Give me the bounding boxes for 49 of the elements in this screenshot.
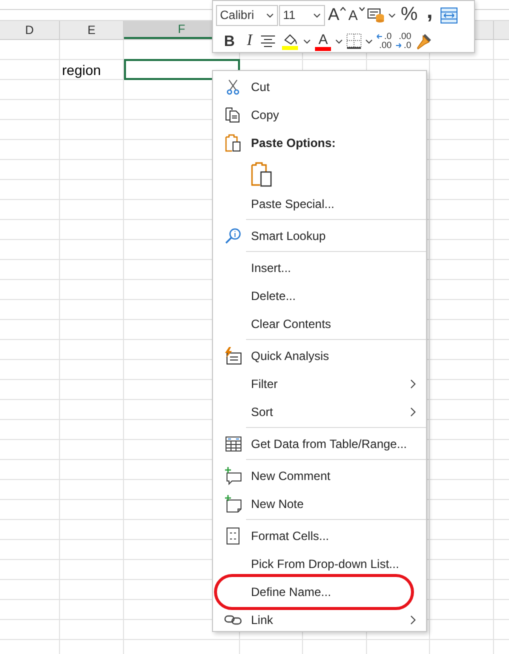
menu-item[interactable]: New Comment <box>213 462 426 490</box>
menu-item[interactable]: Insert... <box>213 254 426 282</box>
clipboard-icon <box>225 134 241 152</box>
menu-item[interactable]: Filter <box>213 370 426 398</box>
decrease-font-button[interactable]: A <box>346 4 365 26</box>
new-comment-icon <box>224 467 242 485</box>
column-header[interactable]: D <box>0 21 60 39</box>
menu-item[interactable]: Sort <box>213 398 426 426</box>
search-icon <box>224 227 242 245</box>
caret-icon <box>335 38 344 44</box>
link-icon <box>224 614 242 626</box>
caret-icon <box>313 12 321 18</box>
caret-icon <box>266 12 274 18</box>
font-color-button[interactable]: A <box>312 30 334 52</box>
menu-item[interactable]: Copy <box>213 101 426 129</box>
increase-decimal-button[interactable]: .0 .00 <box>374 30 394 52</box>
copy-icon <box>225 107 241 123</box>
new-note-icon <box>224 495 242 513</box>
caret-icon <box>303 38 312 44</box>
percent-button[interactable]: % <box>396 4 422 26</box>
menu-item[interactable]: Define Name... <box>214 574 414 610</box>
menu-item[interactable]: Get Data from Table/Range... <box>213 430 426 458</box>
menu-header: Paste Options: <box>213 129 426 157</box>
caret-icon <box>365 38 374 44</box>
menu-item[interactable]: Delete... <box>213 282 426 310</box>
increase-font-button[interactable]: A <box>326 4 346 26</box>
menu-item[interactable]: Paste Special... <box>213 190 426 218</box>
caret-icon <box>358 7 365 11</box>
comma-style-button[interactable]: , <box>422 4 438 26</box>
paste-icon[interactable] <box>251 160 273 186</box>
menu-item[interactable]: New Note <box>213 490 426 518</box>
cell-text: region <box>61 62 101 78</box>
table-icon <box>224 436 242 452</box>
format-cells-icon <box>226 527 240 545</box>
menu-item[interactable]: Format Cells... <box>213 522 426 550</box>
menu-item[interactable]: Quick Analysis <box>213 342 426 370</box>
scissors-icon <box>226 79 240 95</box>
font-size-dropdown[interactable]: 11 <box>279 4 325 26</box>
italic-button[interactable]: I <box>240 30 258 52</box>
caret-icon <box>340 7 346 11</box>
menu-item[interactable]: Cut <box>213 73 426 101</box>
arrow-icon <box>376 34 384 39</box>
menu-item[interactable]: Smart Lookup <box>213 222 426 250</box>
decrease-decimal-button[interactable]: .00 .0 <box>394 30 414 52</box>
caret-icon <box>388 12 396 18</box>
font-dropdown[interactable]: Calibri <box>216 4 278 26</box>
menu-item[interactable]: Clear Contents <box>213 310 426 338</box>
quick-analysis-icon <box>224 347 242 365</box>
arrow-icon <box>396 43 403 48</box>
